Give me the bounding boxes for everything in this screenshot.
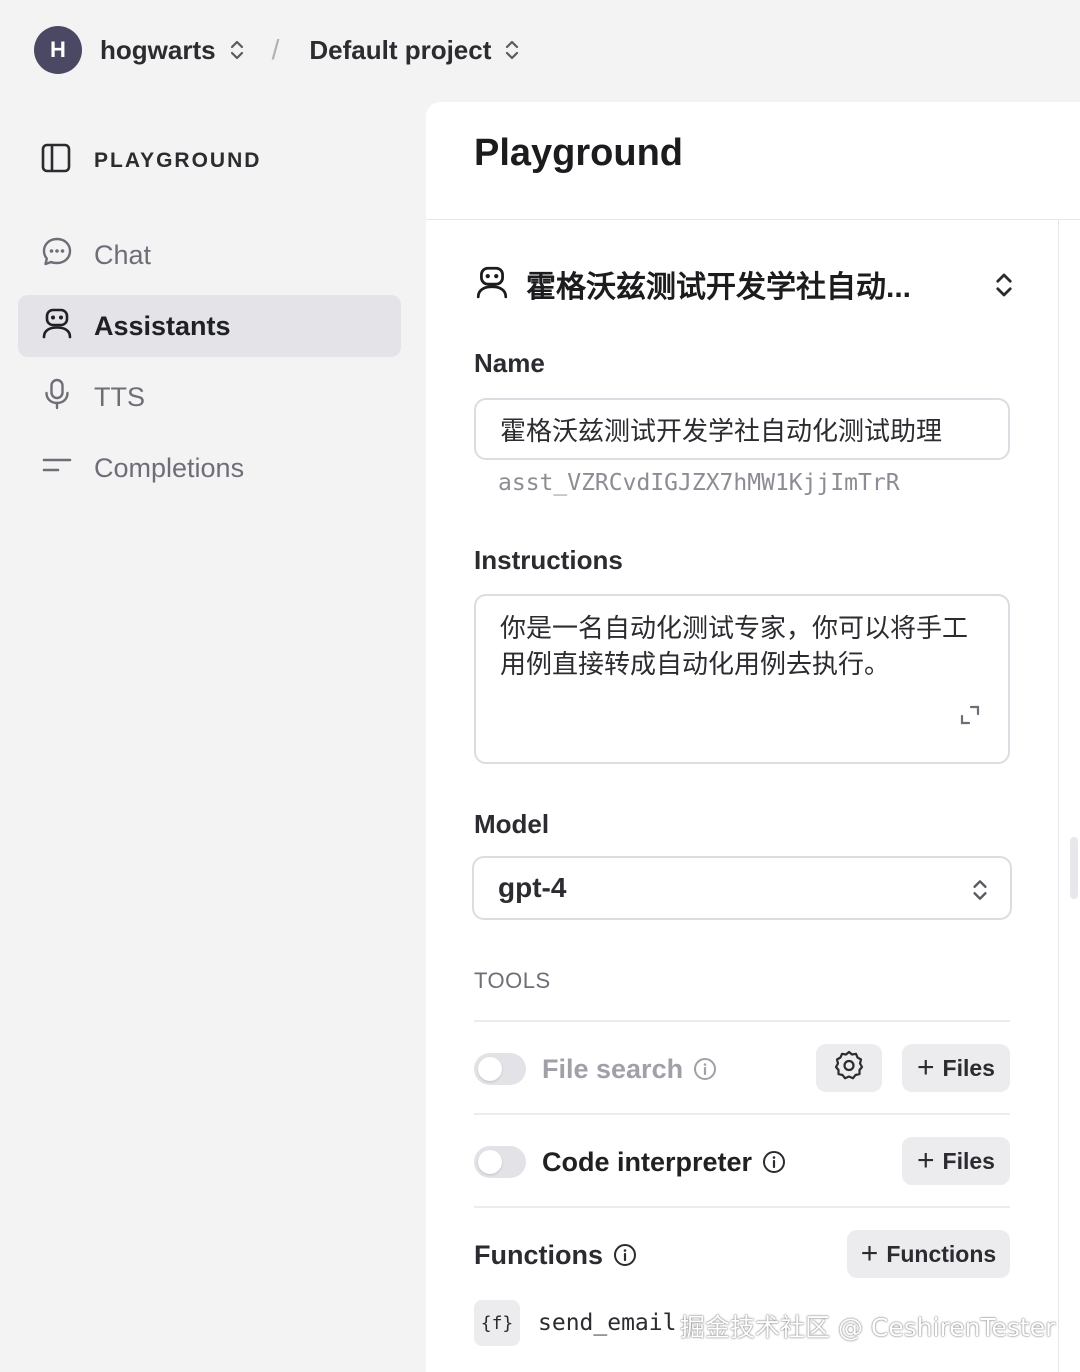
watermark: 掘金技术社区 @ CeshirenTester [680,1313,1056,1342]
instructions-value: 你是一名自动化测试专家，你可以将手工用例直接转成自动化用例去执行。 [500,613,969,679]
files-button-label: Files [942,1054,995,1081]
project-name: Default project [309,34,492,65]
scrollbar[interactable] [1070,837,1078,899]
sidebar-item-chat[interactable]: Chat [18,224,401,286]
sidebar-item-label: Completions [94,452,245,483]
panel-divider [1058,220,1059,1372]
instructions-field[interactable]: 你是一名自动化测试专家，你可以将手工用例直接转成自动化用例去执行。 [474,594,1010,764]
add-function-button[interactable]: + Functions [847,1230,1010,1278]
file-search-label: File search [542,1053,684,1084]
sidebar-item-assistants[interactable]: Assistants [18,295,401,357]
sidebar-item-label: TTS [94,381,145,412]
divider [474,1113,1010,1115]
sidebar: PLAYGROUND Chat Assistants TTS Completio… [0,100,420,1372]
org-name: hogwarts [100,34,216,65]
functions-label: Functions [474,1239,603,1270]
chevron-updown-icon [505,38,519,62]
code-interpreter-add-files-button[interactable]: + Files [902,1137,1010,1185]
chevron-updown-icon [230,38,244,62]
info-icon[interactable] [693,1057,717,1081]
robot-icon [40,306,74,347]
sidebar-title: PLAYGROUND [94,148,262,172]
assistant-selector[interactable]: 霍格沃兹测试开发学社自动... [474,260,1014,308]
expand-icon[interactable] [958,700,982,736]
top-bar: H hogwarts / Default project [0,0,1080,100]
function-icon: {f} [474,1300,520,1346]
model-value: gpt-4 [498,872,567,903]
page-title: Playground [474,132,684,174]
lines-icon [40,448,74,489]
divider [474,1020,1010,1022]
divider [474,1206,1010,1208]
org-switcher[interactable]: H hogwarts [34,26,244,74]
files-button-label: Files [942,1147,995,1174]
plus-icon: + [917,1144,935,1177]
model-label: Model [474,809,550,839]
sidebar-item-completions[interactable]: Completions [18,437,401,499]
breadcrumb-separator: / [271,34,280,65]
plus-icon: + [917,1051,935,1084]
assistant-name-display: 霍格沃兹测试开发学社自动... [526,271,912,304]
sidebar-item-label: Assistants [94,310,231,341]
info-icon[interactable] [613,1243,637,1267]
chevron-updown-icon [994,270,1014,300]
instructions-label: Instructions [474,545,623,575]
robot-icon [474,264,510,305]
header-divider [426,219,1080,220]
microphone-icon [40,377,74,418]
name-label: Name [474,348,545,378]
gear-icon [833,1049,865,1087]
code-interpreter-label: Code interpreter [542,1146,753,1177]
main-panel: Playground 霍格沃兹测试开发学社自动... Name 霍格沃兹测试开发… [426,102,1080,1372]
model-select[interactable]: gpt-4 [472,856,1012,920]
plus-icon: + [860,1237,879,1270]
function-name: send_email [538,1310,677,1336]
org-avatar: H [34,26,82,74]
code-interpreter-toggle[interactable] [474,1146,526,1178]
sidebar-item-label: Chat [94,239,152,270]
name-value: 霍格沃兹测试开发学社自动化测试助理 [500,415,943,446]
sidebar-header: PLAYGROUND [40,142,261,179]
file-search-toggle[interactable] [474,1053,526,1085]
chat-bubble-icon [40,235,74,276]
assistant-id: asst_VZRCvdIGJZX7hMW1KjjImTrR [498,470,900,496]
sidebar-item-tts[interactable]: TTS [18,366,401,428]
name-field[interactable]: 霍格沃兹测试开发学社自动化测试助理 [474,398,1010,460]
sidebar-toggle-icon[interactable] [40,142,72,179]
project-switcher[interactable]: Default project [309,35,519,66]
info-icon[interactable] [762,1150,786,1174]
chevron-updown-icon [972,877,988,903]
functions-button-label: Functions [886,1240,997,1267]
file-search-add-files-button[interactable]: + Files [902,1044,1010,1092]
tools-section-label: TOOLS [474,968,551,993]
function-item[interactable]: {f} send_email [474,1300,676,1346]
file-search-settings-button[interactable] [816,1044,882,1092]
